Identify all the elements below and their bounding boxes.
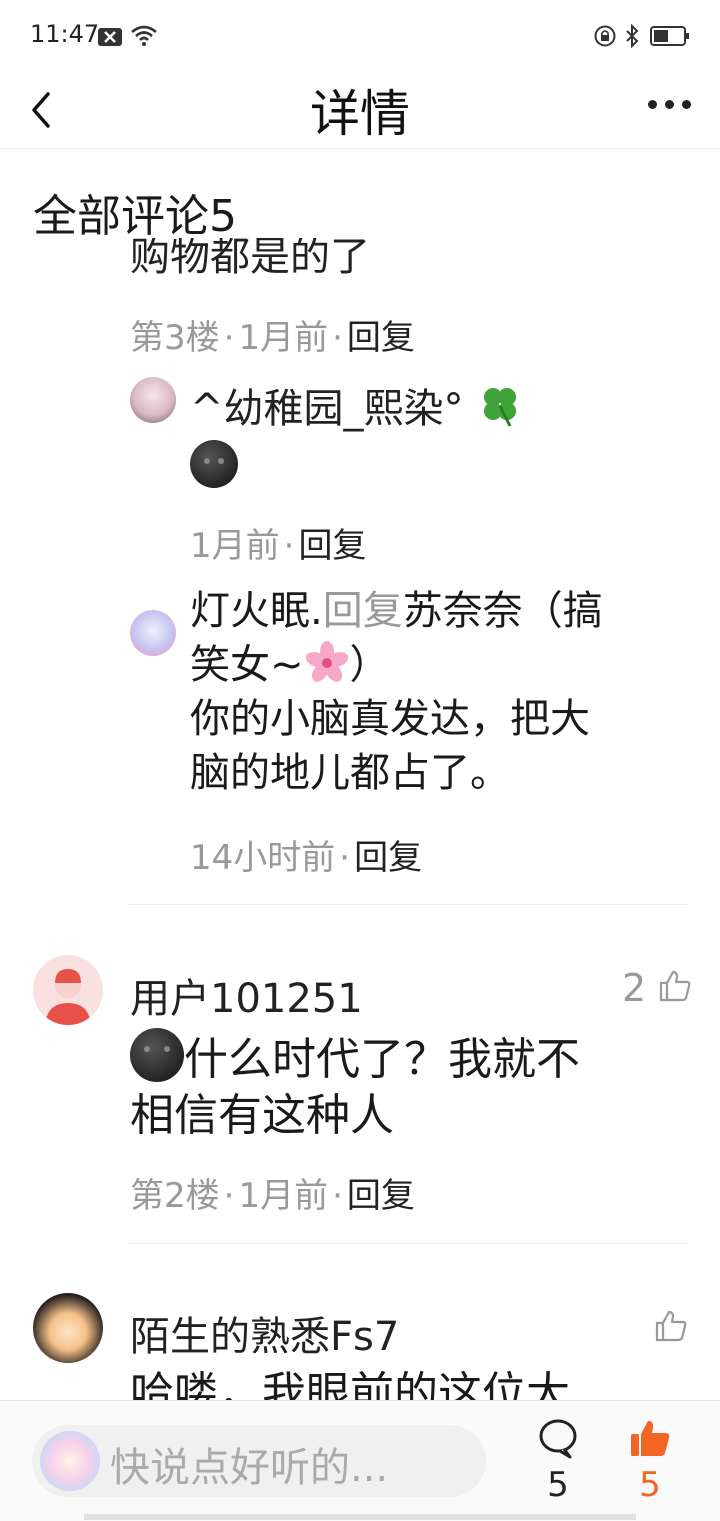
more-options-button[interactable] [648,92,698,122]
like-count: 2 [622,966,647,1010]
dark-smile-emoji [130,1028,184,1082]
comment-like-button[interactable]: 2 [622,966,692,1010]
like-count: 5 [639,1465,661,1505]
reply-indicator: 回复 [322,588,403,634]
time-label: 14小时前 [190,838,336,878]
bluetooth-icon [626,24,639,48]
reply-button[interactable]: 回复 [354,838,422,878]
comment-meta: 第2楼 · 1月前 · 回复 [130,1176,415,1216]
thumbs-up-filled-icon [631,1421,670,1456]
lock-rotation-icon [594,25,616,47]
keyboard-strip [84,1514,636,1520]
time-label: 1月前 [238,318,329,358]
avatar [40,1431,100,1491]
header: 详情 [0,70,720,149]
comment-count: 5 [547,1465,569,1505]
comment-text-clipped: 购物都是的了 [130,238,370,280]
reply-text-line: 你的小脑真发达，把大 [190,696,590,742]
reply-meta: 1月前 · 回复 [190,526,367,566]
floor-label: 第3楼 [130,318,220,358]
comments-button[interactable]: 5 [528,1415,588,1515]
reply-target-name-cont: 笑女~ [190,642,304,688]
default-user-icon [45,969,91,1025]
reply-content: 灯火眠.回复苏奈奈（搞 笑女~ ） 你的小脑真发达，把大 脑的地儿都占了。 [190,584,670,800]
comment-meta: 第3楼 · 1月前 · 回复 [130,318,415,358]
page-title: 详情 [310,85,410,143]
bottom-bar: 快说点好听的... 5 5 [0,1400,720,1521]
status-time: 11:47 [30,20,100,48]
input-placeholder: 快说点好听的... [110,1445,389,1491]
avatar[interactable] [130,610,176,656]
notification-close-icon [98,28,122,46]
time-label: 1月前 [190,526,280,566]
more-icon [648,100,657,109]
cherry-blossom-icon [305,641,348,682]
divider [128,1243,688,1244]
divider [128,904,688,905]
comment-input[interactable]: 快说点好听的... [32,1425,486,1497]
floor-label: 第2楼 [130,1176,220,1216]
reply-user-name[interactable]: ^幼稚园_熙染° [190,376,524,434]
battery-icon [650,26,689,46]
dark-smile-emoji [190,440,238,488]
comment-like-button[interactable] [654,1308,688,1352]
thumbs-up-icon [660,970,691,1002]
reply-meta: 14小时前 · 回复 [190,838,423,878]
like-button[interactable]: 5 [620,1415,680,1515]
avatar[interactable] [130,377,176,423]
comment-content: 什么时代了？我就不 相信有这种人 [130,1028,670,1144]
comment-bubble-icon [539,1419,577,1459]
comment-content-clipped: 哈喽，我眼前的这位大 [130,1368,570,1400]
avatar[interactable] [33,1293,103,1363]
time-label: 1月前 [238,1176,329,1216]
avatar[interactable] [33,955,103,1025]
thumbs-up-icon [655,1310,687,1342]
comment-user-name[interactable]: 用户101251 [130,966,363,1024]
reply-target-name[interactable]: 苏奈奈（搞 [403,588,603,634]
status-bar: 11:47 [0,0,720,70]
reply-user-name[interactable]: 灯火眠. [190,588,323,634]
reply-button[interactable]: 回复 [298,526,366,566]
reply-text-line: 脑的地儿都占了。 [190,750,510,796]
wifi-icon [131,25,157,46]
comment-user-name[interactable]: 陌生的熟悉Fs7 [130,1304,399,1362]
reply-button[interactable]: 回复 [347,318,415,358]
clover-icon [484,388,517,427]
comments-section-title: 全部评论5 [33,191,237,242]
reply-button[interactable]: 回复 [347,1176,415,1216]
